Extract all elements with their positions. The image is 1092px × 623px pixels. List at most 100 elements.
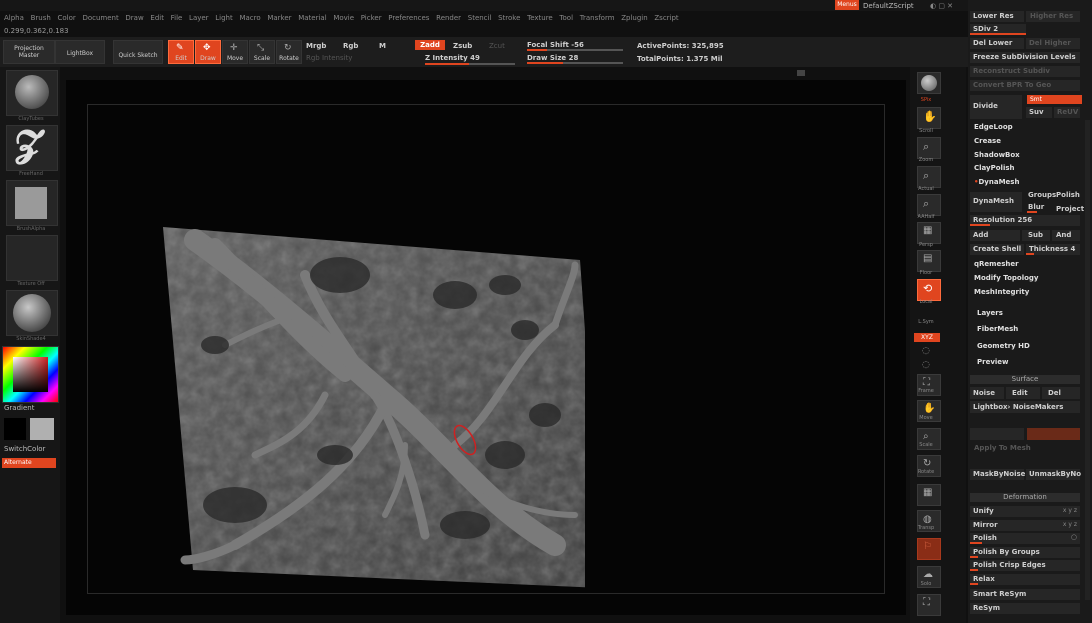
menus-toggle[interactable]: Menus — [835, 0, 859, 10]
alternate-toggle[interactable]: Alternate — [2, 458, 56, 468]
reuv-toggle[interactable]: ReUV — [1054, 107, 1080, 118]
brush-thumbnail[interactable] — [6, 70, 58, 116]
lower-res-button[interactable]: Lower Res — [970, 11, 1024, 22]
menu-color[interactable]: Color — [57, 14, 75, 22]
zadd-toggle[interactable]: Zadd — [415, 40, 445, 50]
material-thumbnail[interactable] — [6, 290, 58, 336]
geometry-hd-section[interactable]: Geometry HD — [977, 342, 1030, 350]
sdiv-slider[interactable]: SDiv 2 — [970, 24, 1026, 35]
menu-transform[interactable]: Transform — [580, 14, 615, 22]
sub-button[interactable]: Sub — [1022, 230, 1050, 241]
switch-color-button[interactable]: SwitchColor — [4, 445, 45, 453]
focal-shift-track[interactable] — [527, 49, 623, 51]
menu-draw[interactable]: Draw — [125, 14, 143, 22]
unify-button[interactable]: Unify x y z — [970, 506, 1080, 517]
rgb-toggle[interactable]: Rgb — [343, 42, 358, 50]
dynamesh-section[interactable]: •DynaMesh — [974, 178, 1019, 186]
create-shell-button[interactable]: Create Shell — [970, 244, 1024, 255]
quick-sketch-button[interactable]: Quick Sketch — [113, 40, 163, 64]
modify-topology-section[interactable]: Modify Topology — [974, 274, 1039, 282]
deformation-header[interactable]: Deformation — [970, 493, 1080, 502]
xpose-button[interactable]: ⛶ — [917, 594, 941, 616]
rotation-y-icon[interactable]: ◌ — [922, 360, 930, 370]
polish-crisp-edges-slider[interactable]: Polish Crisp Edges — [970, 560, 1080, 571]
thickness-slider[interactable]: Thickness 4 — [1026, 244, 1080, 255]
default-zscript[interactable]: DefaultZScript — [863, 2, 914, 10]
lsym-button[interactable]: L.Sym — [908, 319, 944, 325]
menu-picker[interactable]: Picker — [361, 14, 382, 22]
reconstruct-subdiv-button[interactable]: Reconstruct Subdiv — [970, 66, 1080, 77]
preview-section[interactable]: Preview — [977, 358, 1009, 366]
menu-zplugin[interactable]: Zplugin — [621, 14, 647, 22]
divide-button[interactable]: Divide — [970, 95, 1022, 119]
del-higher-button[interactable]: Del Higher — [1026, 38, 1080, 49]
texture-thumbnail[interactable] — [6, 235, 58, 281]
rotate-mode-button[interactable]: ↻ Rotate — [276, 40, 302, 64]
edit-mode-button[interactable]: ✎ Edit — [168, 40, 194, 64]
smt-toggle[interactable]: Smt — [1027, 95, 1082, 104]
lightbox-noisemakers-button[interactable]: Lightbox› NoiseMakers — [970, 401, 1080, 413]
window-controls[interactable]: ◐ ▢ ✕ — [930, 2, 953, 10]
gradient-label[interactable]: Gradient — [4, 404, 34, 412]
claypolish-section[interactable]: ClayPolish — [974, 164, 1015, 172]
ghost-button[interactable]: ⚐ — [917, 538, 941, 560]
freeze-subdivision-button[interactable]: Freeze SubDivision Levels — [970, 52, 1080, 63]
primary-color-swatch[interactable] — [30, 418, 54, 440]
color-saturation-square[interactable] — [13, 357, 48, 392]
xyz-toggle[interactable]: XYZ — [914, 333, 940, 342]
suv-toggle[interactable]: Suv — [1026, 107, 1052, 118]
stroke-thumbnail[interactable]: 𝓩 — [6, 124, 58, 171]
menu-zscript[interactable]: Zscript — [654, 14, 678, 22]
mrgb-toggle[interactable]: Mrgb — [306, 42, 326, 50]
menu-tool[interactable]: Tool — [559, 14, 573, 22]
actual-button[interactable]: ⌕ — [917, 166, 941, 188]
draw-size-track[interactable] — [527, 62, 623, 64]
del-noise-button[interactable]: Del — [1042, 387, 1080, 399]
canvas-corner-handle[interactable] — [797, 70, 805, 76]
menu-macro[interactable]: Macro — [239, 14, 260, 22]
rgb-intensity-slider[interactable]: Rgb Intensity — [306, 54, 352, 62]
and-button[interactable]: And — [1052, 230, 1080, 241]
project-toggle[interactable]: Project — [1056, 205, 1084, 213]
spix-button[interactable] — [917, 72, 941, 94]
rotation-icon[interactable]: ◌ — [922, 346, 930, 356]
lightbox-button[interactable]: LightBox — [55, 40, 105, 64]
zsub-toggle[interactable]: Zsub — [453, 42, 472, 50]
palette-scrollbar[interactable] — [1085, 120, 1090, 600]
unmaskbynoise-button[interactable]: UnmaskByNo — [1026, 469, 1081, 480]
menu-movie[interactable]: Movie — [333, 14, 354, 22]
edit-noise-button[interactable]: Edit — [1006, 387, 1040, 399]
menu-stroke[interactable]: Stroke — [498, 14, 520, 22]
menu-render[interactable]: Render — [436, 14, 461, 22]
noise-option-right[interactable] — [1027, 428, 1080, 440]
groups-toggle[interactable]: Groups — [1028, 191, 1056, 199]
alpha-thumbnail[interactable] — [6, 180, 58, 226]
move-mode-button[interactable]: ✛ Move — [222, 40, 248, 64]
menu-document[interactable]: Document — [82, 14, 118, 22]
menu-layer[interactable]: Layer — [189, 14, 209, 22]
color-picker[interactable] — [2, 346, 59, 403]
resolution-slider[interactable]: Resolution 256 — [970, 215, 1080, 226]
aahalf-button[interactable]: ⌕ — [917, 194, 941, 216]
smart-resym-button[interactable]: Smart ReSym — [970, 589, 1080, 600]
local-button[interactable]: ⟲ — [917, 279, 941, 301]
draw-size-slider[interactable]: Draw Size 28 — [527, 54, 578, 62]
floor-button[interactable]: ▤ — [917, 250, 941, 272]
noise-option-left[interactable] — [970, 428, 1024, 440]
menu-marker[interactable]: Marker — [267, 14, 291, 22]
polyf-button[interactable]: ▦ — [917, 484, 941, 506]
menu-edit[interactable]: Edit — [150, 14, 164, 22]
del-lower-button[interactable]: Del Lower — [970, 38, 1024, 49]
higher-res-button[interactable]: Higher Res — [1026, 11, 1080, 22]
menu-preferences[interactable]: Preferences — [388, 14, 429, 22]
dynamesh-button[interactable]: DynaMesh — [970, 192, 1022, 212]
shadowbox-section[interactable]: ShadowBox — [974, 151, 1020, 159]
sculpted-terrain-model[interactable] — [155, 215, 585, 600]
menu-light[interactable]: Light — [215, 14, 232, 22]
z-intensity-track[interactable] — [425, 63, 515, 65]
projection-master-button[interactable]: Projection Master — [3, 40, 55, 64]
menu-file[interactable]: File — [171, 14, 183, 22]
menu-stencil[interactable]: Stencil — [468, 14, 492, 22]
z-intensity-slider[interactable]: Z Intensity 49 — [425, 54, 480, 62]
polish-toggle[interactable]: Polish — [1056, 191, 1080, 199]
